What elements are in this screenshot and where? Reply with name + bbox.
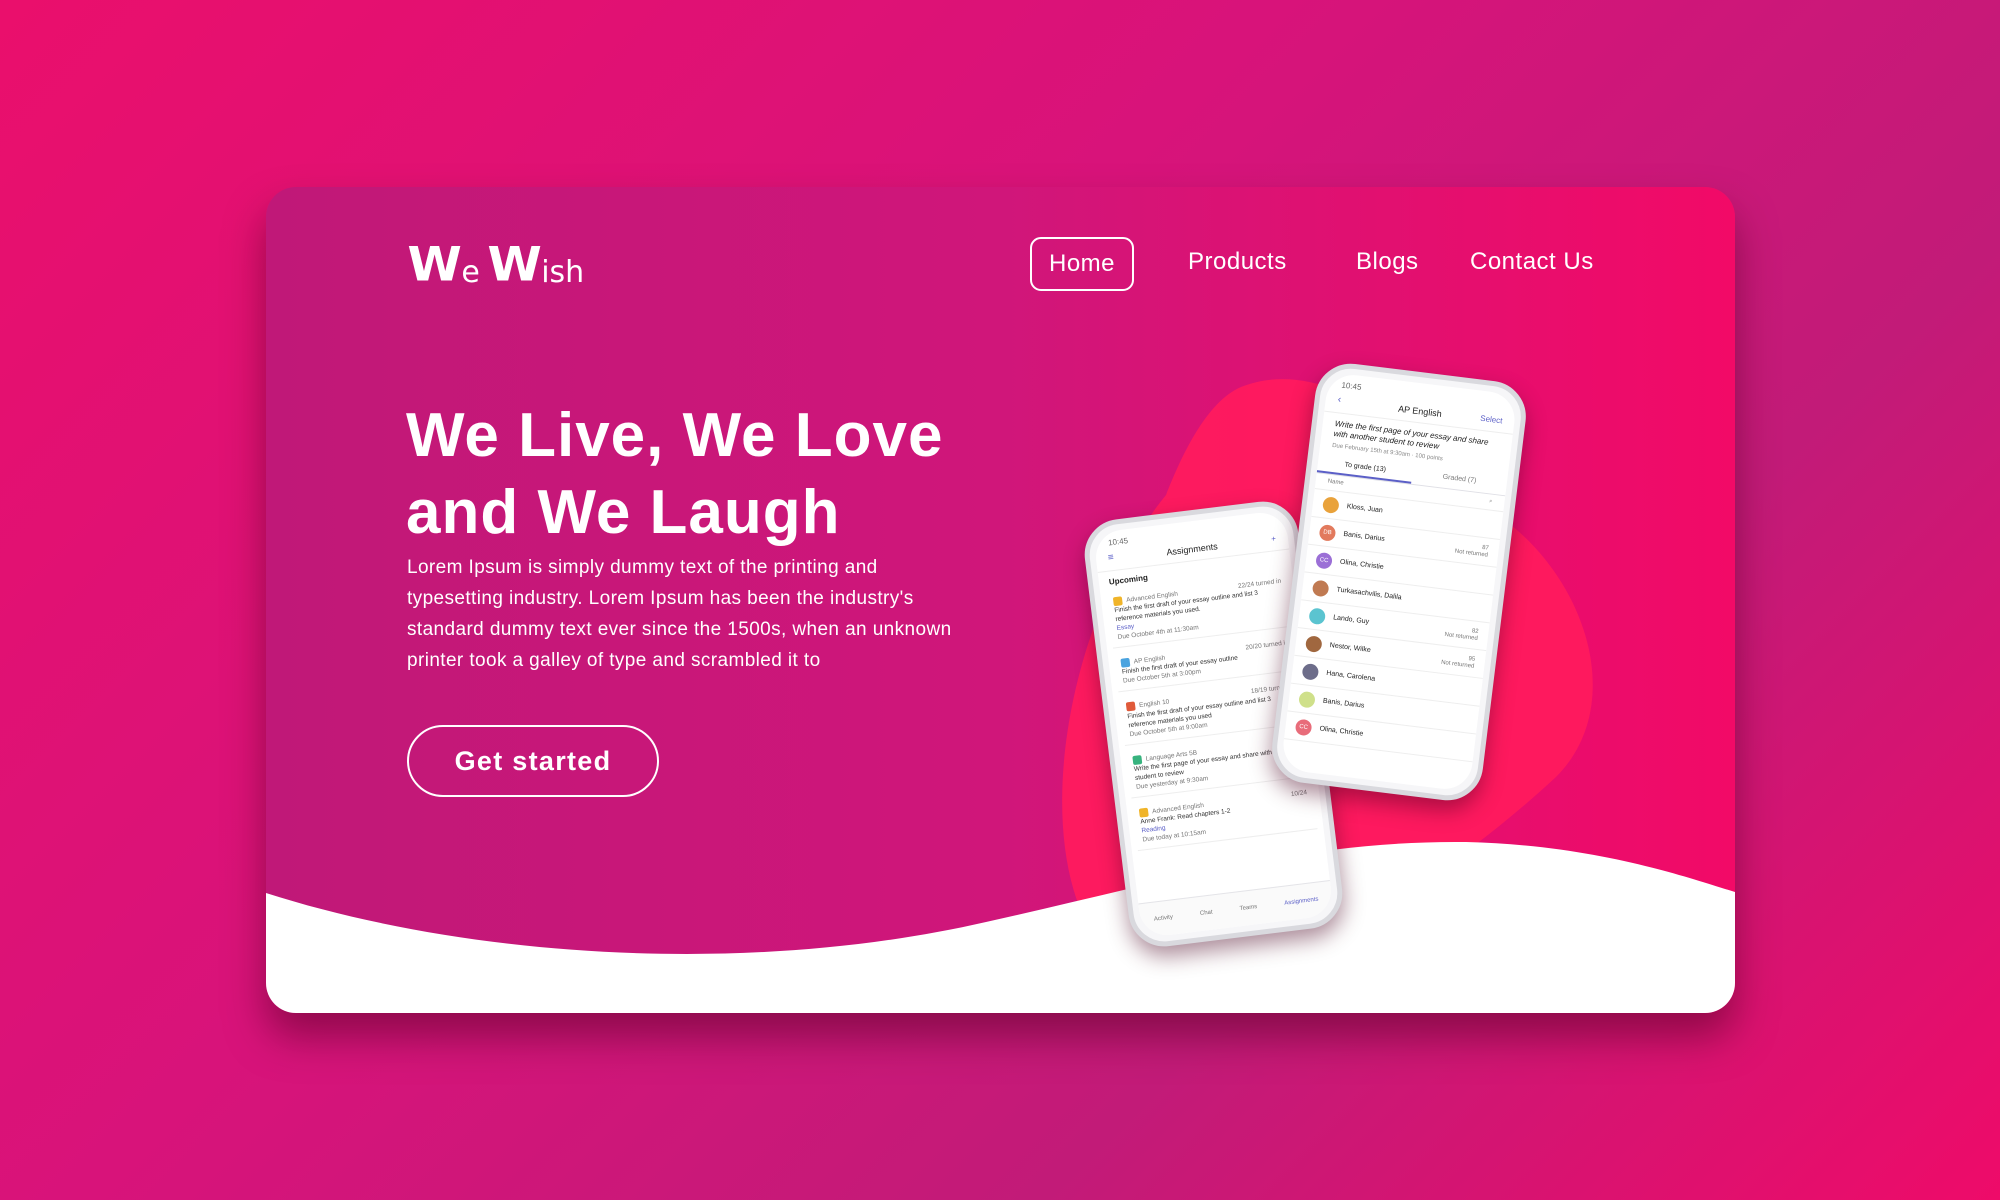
- search-icon: ⌕: [1488, 498, 1493, 505]
- score-value: [1481, 604, 1482, 610]
- score-value: 87: [1481, 544, 1490, 552]
- hero-title-line1: We Live, We Love: [406, 401, 944, 470]
- student-name: Kloss, Juan: [1346, 503, 1384, 515]
- bottom-wave: [266, 841, 1735, 1013]
- score-value: [1485, 576, 1486, 582]
- main-nav: Home Products Blogs Contact Us: [266, 237, 1735, 291]
- student-name: Lando, Guy: [1332, 614, 1370, 626]
- tab-teams: Teams: [1239, 904, 1258, 913]
- student-name: Nestor, Wilke: [1329, 642, 1372, 655]
- hero-title: We Live, We Love and We Laugh: [406, 397, 1046, 551]
- student-name: Olina, Christie: [1319, 725, 1364, 738]
- nav-home-link[interactable]: Home: [1030, 237, 1135, 291]
- score-value: [1468, 715, 1469, 721]
- student-score: [1471, 688, 1472, 695]
- nav-products-link[interactable]: Products: [1188, 237, 1287, 287]
- score-value: [1471, 688, 1472, 694]
- student-name: Olina, Christie: [1339, 558, 1385, 571]
- student-score: 82 Not returned: [1444, 625, 1479, 643]
- get-started-button[interactable]: Get started: [407, 725, 659, 797]
- student-name: Banis, Darius: [1342, 530, 1386, 543]
- student-name: Hana, Carolena: [1325, 669, 1376, 683]
- avatar: [1301, 662, 1320, 681]
- avatar: [1308, 606, 1327, 625]
- nav-contact-link[interactable]: Contact Us: [1470, 237, 1594, 287]
- score-value: 82: [1471, 627, 1479, 635]
- tab-activity: Activity: [1153, 914, 1174, 923]
- student-score: 87 Not returned: [1454, 541, 1489, 559]
- app-title: Assignments: [1165, 541, 1219, 558]
- status-time: 10:45: [1107, 536, 1129, 548]
- name-header-label: Name: [1327, 478, 1344, 487]
- student-name: Turkasachvilis, Dalila: [1336, 586, 1402, 602]
- hero-card: W e W ish Home Products Blogs Contact Us…: [266, 187, 1735, 1013]
- avatar: CC: [1315, 551, 1334, 570]
- avatar: [1298, 690, 1316, 709]
- class-icon: [1125, 701, 1136, 712]
- student-score: [1464, 743, 1465, 750]
- student-name: Banis, Darius: [1322, 697, 1365, 710]
- student-list: Kloss, Juan DB Banis, Darius 87 Not returned…: [1283, 489, 1504, 763]
- student-score: [1467, 715, 1468, 722]
- assignment-count: 10/24: [1290, 789, 1308, 798]
- select-link: Select: [1479, 413, 1503, 426]
- student-score: [1481, 604, 1482, 611]
- avatar: [1304, 634, 1323, 653]
- avatar: DB: [1318, 523, 1337, 542]
- hero-description: Lorem Ipsum is simply dummy text of the …: [407, 557, 952, 671]
- app-title: AP English: [1397, 403, 1443, 419]
- hero-title-line2: and We Laugh: [406, 478, 841, 547]
- avatar: [1311, 579, 1330, 597]
- phone-screen: 10:45 ‹ AP English Select Write the firs…: [1280, 371, 1518, 793]
- avatar: [1322, 495, 1340, 514]
- student-score: [1491, 521, 1492, 528]
- student-score: [1484, 576, 1485, 583]
- avatar: CC: [1294, 718, 1313, 736]
- menu-icon: ≡: [1107, 551, 1115, 564]
- add-icon: +: [1270, 534, 1277, 544]
- tab-assignments: Assignments: [1284, 896, 1319, 907]
- tab-chat: Chat: [1199, 909, 1214, 918]
- status-time: 10:45: [1341, 380, 1363, 392]
- score-value: [1491, 521, 1492, 527]
- student-score: 95 Not returned: [1441, 652, 1476, 670]
- back-icon: ‹: [1337, 394, 1342, 406]
- score-value: 95: [1468, 655, 1476, 663]
- score-value: [1464, 743, 1465, 749]
- nav-blogs-link[interactable]: Blogs: [1356, 237, 1419, 287]
